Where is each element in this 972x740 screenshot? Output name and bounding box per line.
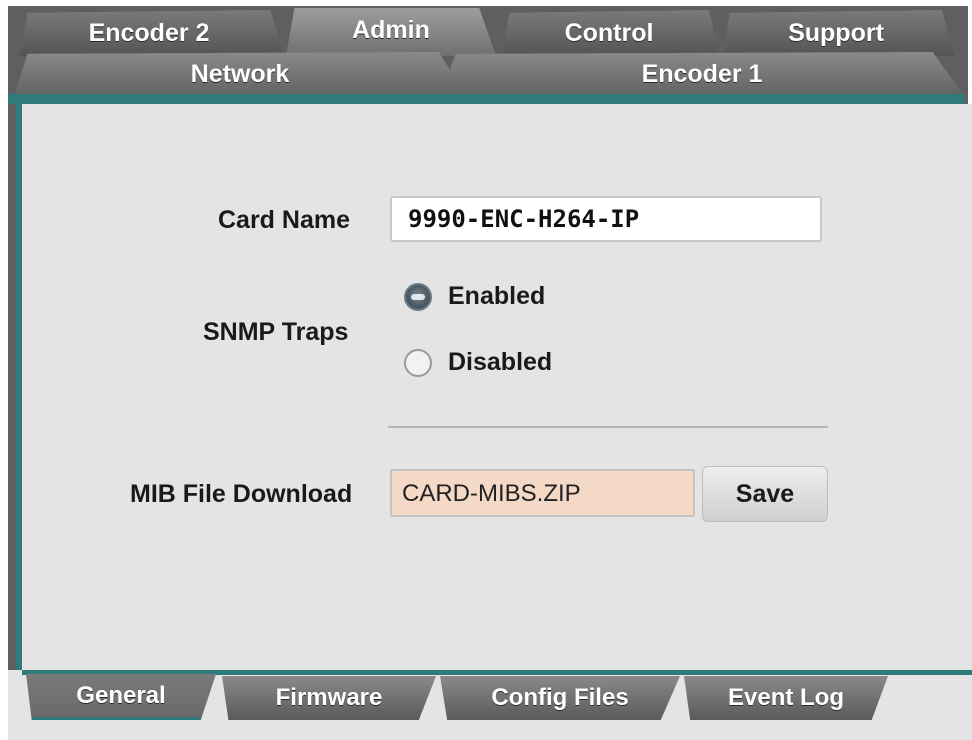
tab-label: Network	[190, 59, 290, 88]
card-name-label: Card Name	[218, 206, 350, 234]
tab-network[interactable]: Network	[14, 52, 466, 96]
snmp-enabled-option[interactable]: Enabled	[404, 282, 545, 311]
tab-firmware[interactable]: Firmware	[222, 676, 436, 720]
radio-unselected-icon[interactable]	[404, 348, 432, 377]
tab-general[interactable]: General	[26, 674, 216, 720]
tab-event-log[interactable]: Event Log	[684, 676, 888, 720]
tab-label: Control	[564, 18, 654, 47]
tab-label: Admin	[352, 16, 430, 44]
radio-label: Disabled	[448, 348, 553, 376]
tab-encoder-2[interactable]: Encoder 2	[19, 10, 284, 56]
tab-admin[interactable]: Admin	[286, 8, 496, 56]
card-name-field[interactable]: 9990-ENC-H264-IP	[390, 196, 822, 242]
snmp-disabled-option[interactable]: Disabled	[404, 348, 552, 377]
tab-control[interactable]: Control	[502, 10, 720, 56]
tab-label: Config Files	[491, 684, 629, 711]
tab-label: Event Log	[727, 684, 844, 711]
tab-label: Encoder 1	[641, 59, 763, 88]
tab-config-files[interactable]: Config Files	[440, 676, 680, 720]
section-divider	[388, 426, 828, 428]
admin-general-panel	[16, 104, 972, 670]
save-button[interactable]: Save	[702, 466, 828, 522]
tab-label: Encoder 2	[88, 18, 210, 47]
active-tab-indicator	[8, 94, 964, 104]
tab-label: Support	[788, 18, 884, 47]
snmp-traps-label: SNMP Traps	[203, 318, 349, 346]
tab-encoder-1[interactable]: Encoder 1	[440, 52, 964, 96]
tab-support[interactable]: Support	[722, 10, 954, 56]
tab-label: General	[76, 681, 166, 709]
mib-file-field[interactable]: CARD-MIBS.ZIP	[390, 469, 695, 517]
mib-file-download-label: MIB File Download	[130, 480, 353, 508]
tab-label: Firmware	[275, 684, 383, 711]
radio-selected-icon[interactable]	[404, 282, 432, 311]
radio-label: Enabled	[448, 282, 546, 310]
